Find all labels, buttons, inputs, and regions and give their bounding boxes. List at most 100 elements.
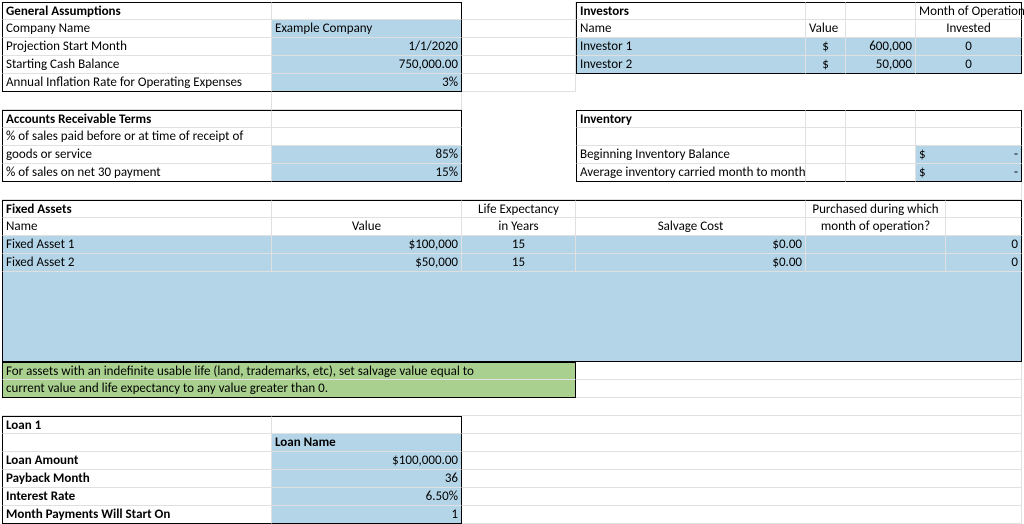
inv-blank [806,164,846,182]
fa-note-a: For assets with an indefinite usable lif… [2,362,576,380]
fa-note-b: current value and life expectancy to any… [2,380,576,398]
investor-row-curr: $ [806,56,846,74]
blank-row [2,398,1022,416]
fa-empty-area[interactable] [2,272,1022,362]
fa-row-month[interactable]: 0 [946,236,1022,254]
loan-rate-value[interactable]: 6.50% [272,488,462,506]
inv-blank [846,146,916,164]
investor-row-month[interactable]: 0 [916,38,1022,56]
fa-row-value[interactable]: $100,000 [272,236,462,254]
fa-row-salvage[interactable]: $0.00 [576,236,806,254]
blank-cell [272,92,462,110]
investor-row-month[interactable]: 0 [916,56,1022,74]
ar-row1-label-b: goods or service [2,146,272,164]
fa-row-name[interactable]: Fixed Asset 1 [2,236,272,254]
fa-value-hdr: Value [272,218,462,236]
blank-cell [576,362,1022,380]
fa-row-spacer [806,236,946,254]
inflation-label: Annual Inflation Rate for Operating Expe… [2,74,272,92]
ar-row2-value[interactable]: 15% [272,164,462,182]
investor-row-value[interactable]: 50,000 [846,56,916,74]
inv-blank [846,164,916,182]
blank-cell [462,434,1022,452]
company-name-label: Company Name [2,20,272,38]
inv-spacer [806,110,846,128]
company-name-value[interactable]: Example Company [272,20,462,38]
cash-balance-value[interactable]: 750,000.00 [272,56,462,74]
inv-blank [916,128,1022,146]
fa-life-hdr-b: in Years [462,218,576,236]
loan-payback-value[interactable]: 36 [272,470,462,488]
inventory-begin-label: Beginning Inventory Balance [576,146,806,164]
investor-row-value[interactable]: 600,000 [846,38,916,56]
inv-blank [576,128,806,146]
fixed-assets-header: Fixed Assets [2,200,272,218]
ar-row1-value-blank [272,128,462,146]
fa-month-hdr-b: month of operation? [806,218,946,236]
investors-hdr-spacer [806,2,846,20]
blank-cell [462,506,1022,524]
fa-hdr-spacer [946,218,1022,236]
loan-amount-label: Loan Amount [2,452,272,470]
fa-row-spacer [806,254,946,272]
blank-cell [462,452,1022,470]
fa-row-life[interactable]: 15 [462,254,576,272]
fa-month-hdr-a: Purchased during which [806,200,946,218]
fa-row-name[interactable]: Fixed Asset 2 [2,254,272,272]
currency-symbol: $ [919,165,926,181]
blank-cell [2,92,272,110]
investors-month-hdr-2: Invested [916,20,1022,38]
inventory-dash: - [1014,147,1018,163]
gap-cell [462,38,576,56]
spreadsheet: General Assumptions Company Name Example… [0,0,1024,523]
currency-symbol: $ [919,147,926,163]
investor-row-name[interactable]: Investor 2 [576,56,806,74]
gap-cell [462,20,576,38]
ar-header: Accounts Receivable Terms [2,110,272,128]
gap-cell [462,56,576,74]
fa-row-salvage[interactable]: $0.00 [576,254,806,272]
investors-header: Investors [576,2,806,20]
inventory-avg-value[interactable]: $ - [916,164,1022,182]
loan-hdr-spacer [272,416,462,434]
gap-cell [462,2,576,20]
start-month-label: Projection Start Month [2,38,272,56]
fa-hdr-spacer [272,200,462,218]
ar-row1-value[interactable]: 85% [272,146,462,164]
inv-spacer [916,110,1022,128]
loan-rate-label: Interest Rate [2,488,272,506]
blank-cell [462,470,1022,488]
ar-header-spacer [272,110,462,128]
inv-blank [846,128,916,146]
loan-payback-label: Payback Month [2,470,272,488]
ar-row2-label: % of sales on net 30 payment [2,164,272,182]
inv-blank [806,146,846,164]
inventory-header: Inventory [576,110,806,128]
loan-header: Loan 1 [2,416,272,434]
investors-name-hdr: Name [576,20,806,38]
general-header: General Assumptions [2,2,272,20]
fa-row-month[interactable]: 0 [946,254,1022,272]
inventory-avg-label: Average inventory carried month to month [576,164,806,182]
loan-name-value[interactable]: Loan Name [272,434,462,452]
gap-cell [462,74,576,92]
fa-name-hdr: Name [2,218,272,236]
inv-blank [806,128,846,146]
blank-cell [576,380,1022,398]
fa-life-hdr-a: Life Expectancy [462,200,576,218]
investors-value-hdr-spacer [846,20,916,38]
loan-start-value[interactable]: 1 [272,506,462,524]
fa-salvage-hdr: Salvage Cost [576,218,806,236]
general-header-value-col [272,2,462,20]
inflation-value[interactable]: 3% [272,74,462,92]
inventory-begin-value[interactable]: $ - [916,146,1022,164]
investor-row-curr: $ [806,38,846,56]
fa-row-value[interactable]: $50,000 [272,254,462,272]
loan-amount-value[interactable]: $100,000.00 [272,452,462,470]
investor-row-name[interactable]: Investor 1 [576,38,806,56]
fa-hdr-spacer [576,200,806,218]
fa-row-life[interactable]: 15 [462,236,576,254]
loan-start-label: Month Payments Will Start On [2,506,272,524]
start-month-value[interactable]: 1/1/2020 [272,38,462,56]
inv-spacer [846,110,916,128]
